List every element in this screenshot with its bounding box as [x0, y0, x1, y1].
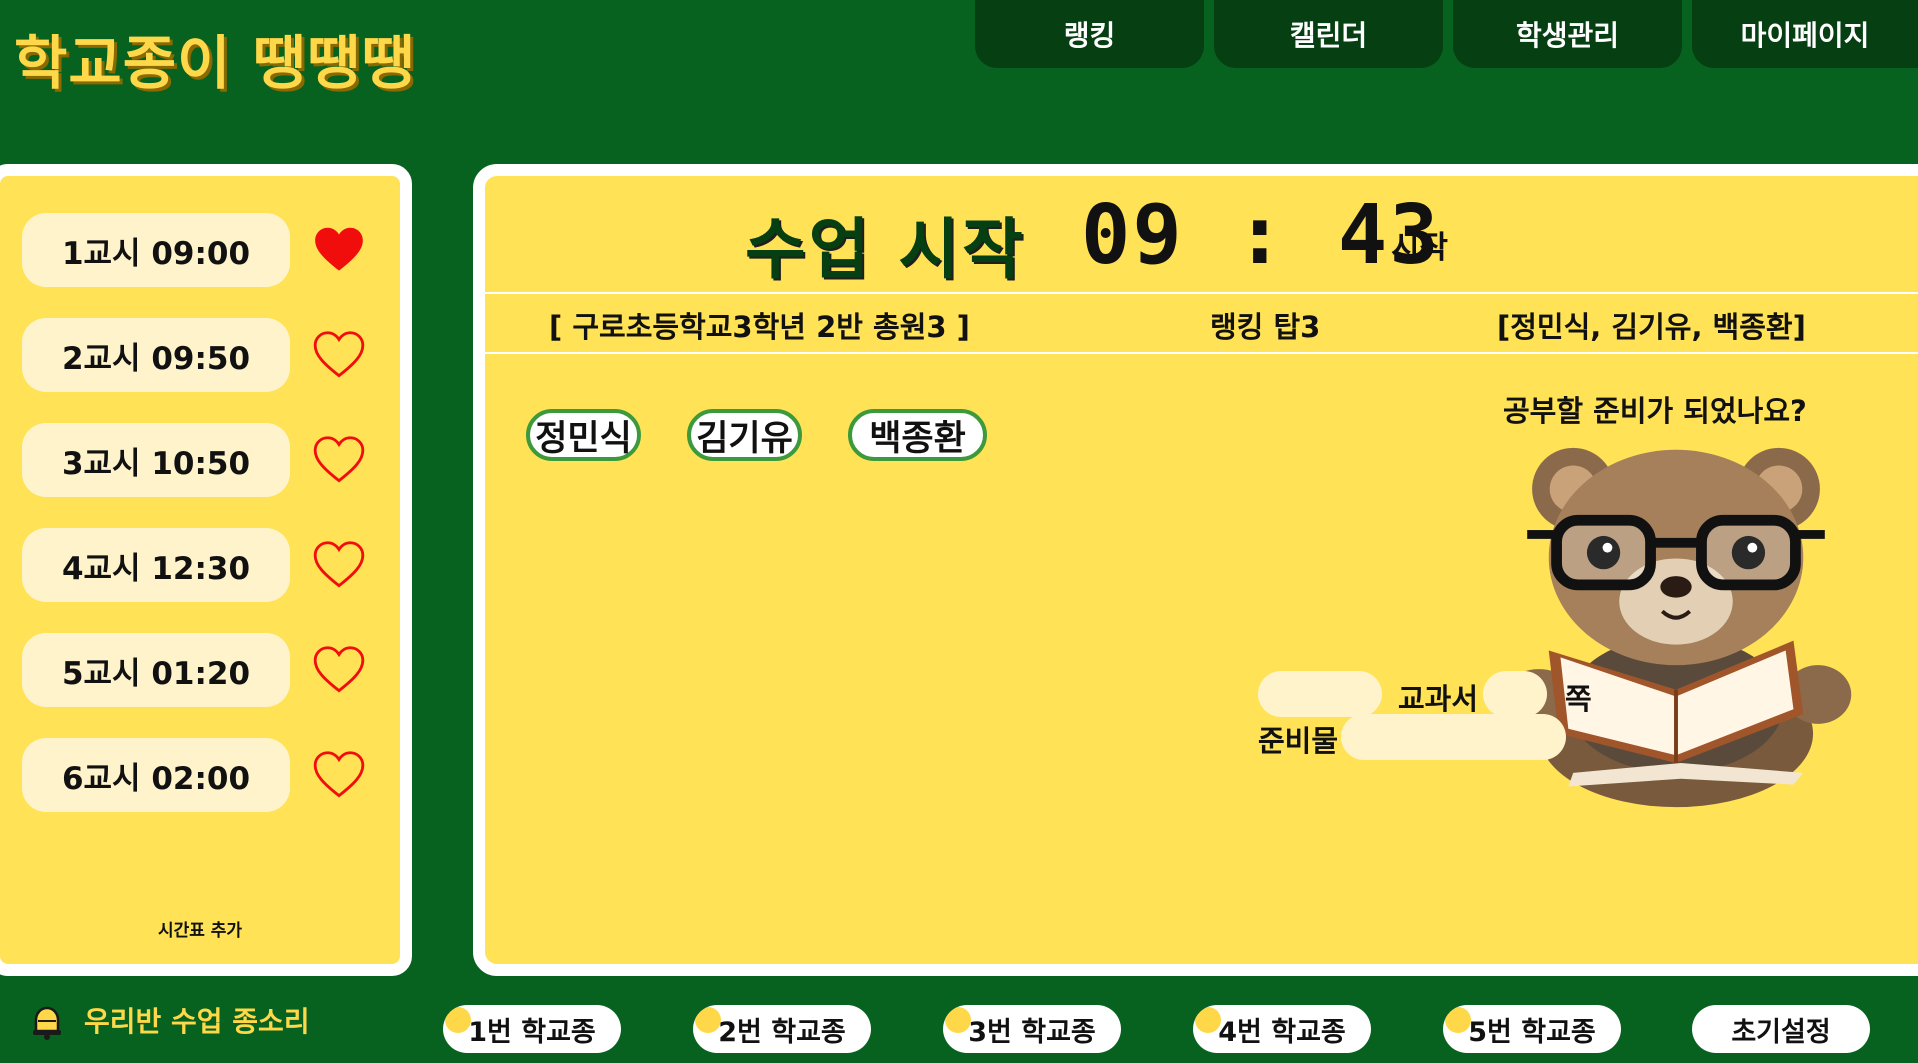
- school-bell-4-label: 4번 학교종: [1218, 1016, 1346, 1048]
- timetable-panel: 1교시 09:00 2교시 09:50 3교시 10:50 4교시 12:30 …: [0, 164, 412, 976]
- school-bell-1-label: 1번 학교종: [468, 1016, 596, 1048]
- class-header: 수업 시작 09 : 43 시작: [485, 176, 1918, 294]
- school-info: [ 구로초등학교3학년 2반 총원3 ]: [549, 310, 970, 344]
- school-bell-2-button[interactable]: 2번 학교종: [693, 1005, 871, 1053]
- period-row-1: 1교시 09:00: [22, 213, 382, 289]
- class-start-title: 수업 시작: [745, 211, 1026, 288]
- school-bell-3-button[interactable]: 3번 학교종: [943, 1005, 1121, 1053]
- period-row-2: 2교시 09:50: [22, 318, 382, 394]
- heart-outline-icon[interactable]: [313, 330, 365, 378]
- school-bell-4-button[interactable]: 4번 학교종: [1193, 1005, 1371, 1053]
- start-button[interactable]: 시작: [1391, 222, 1448, 267]
- period-row-6: 6교시 02:00: [22, 738, 382, 814]
- ready-question: 공부할 준비가 되었나요?: [1503, 394, 1807, 428]
- ranking-top3-names: [정민식, 김기유, 백종환]: [1497, 310, 1806, 344]
- textbook-label: 교과서: [1398, 682, 1479, 716]
- reset-settings-button[interactable]: 초기설정: [1692, 1005, 1870, 1053]
- school-bell-5-button[interactable]: 5번 학교종: [1443, 1005, 1621, 1053]
- class-panel: 수업 시작 09 : 43 시작 [ 구로초등학교3학년 2반 총원3 ] 랭킹…: [473, 164, 1918, 976]
- nav-mypage-button[interactable]: 마이페이지: [1692, 0, 1918, 68]
- nav-ranking-button[interactable]: 랭킹: [975, 0, 1204, 68]
- add-timetable-button[interactable]: 시간표 추가: [0, 916, 400, 941]
- heart-outline-icon[interactable]: [313, 645, 365, 693]
- supplies-input[interactable]: [1341, 714, 1566, 760]
- footer-title: 우리반 수업 종소리: [84, 1005, 310, 1038]
- nav-calendar-button[interactable]: 캘린더: [1214, 0, 1443, 68]
- page-label: 쪽: [1565, 682, 1592, 716]
- student-chip[interactable]: 정민식: [526, 409, 641, 461]
- reset-settings-label: 초기설정: [1731, 1016, 1831, 1048]
- period-row-4: 4교시 12:30: [22, 528, 382, 604]
- ranking-label: 랭킹 탑3: [1210, 310, 1321, 344]
- top-nav: 랭킹 캘린더 학생관리 마이페이지: [975, 0, 1918, 68]
- school-bell-2-label: 2번 학교종: [718, 1016, 846, 1048]
- heart-filled-icon[interactable]: [313, 225, 365, 273]
- clock-display: 09 : 43: [1081, 188, 1441, 283]
- bell-dot-icon: [445, 1007, 471, 1033]
- bell-icon: [33, 1006, 61, 1040]
- bell-dot-icon: [1195, 1007, 1221, 1033]
- bell-dot-icon: [945, 1007, 971, 1033]
- school-bell-1-button[interactable]: 1번 학교종: [443, 1005, 621, 1053]
- heart-outline-icon[interactable]: [313, 435, 365, 483]
- period-row-5: 5교시 01:20: [22, 633, 382, 709]
- page-input[interactable]: [1483, 671, 1547, 717]
- period-row-3: 3교시 10:50: [22, 423, 382, 499]
- bell-dot-icon: [1445, 1007, 1471, 1033]
- period-2-button[interactable]: 2교시 09:50: [22, 318, 290, 392]
- bell-dot-icon: [695, 1007, 721, 1033]
- period-1-button[interactable]: 1교시 09:00: [22, 213, 290, 287]
- class-info-row: [ 구로초등학교3학년 2반 총원3 ] 랭킹 탑3 [정민식, 김기유, 백종…: [485, 294, 1918, 354]
- supplies-label: 준비물: [1258, 724, 1339, 758]
- nav-student-management-button[interactable]: 학생관리: [1453, 0, 1682, 68]
- textbook-input[interactable]: [1258, 671, 1382, 717]
- period-3-button[interactable]: 3교시 10:50: [22, 423, 290, 497]
- period-4-button[interactable]: 4교시 12:30: [22, 528, 290, 602]
- student-chip[interactable]: 백종환: [848, 409, 987, 461]
- school-bell-5-label: 5번 학교종: [1468, 1016, 1596, 1048]
- heart-outline-icon[interactable]: [313, 750, 365, 798]
- period-6-button[interactable]: 6교시 02:00: [22, 738, 290, 812]
- heart-outline-icon[interactable]: [313, 540, 365, 588]
- school-bell-3-label: 3번 학교종: [968, 1016, 1096, 1048]
- student-chip[interactable]: 김기유: [687, 409, 802, 461]
- app-logo: 학교종이 땡땡땡: [14, 29, 416, 97]
- period-5-button[interactable]: 5교시 01:20: [22, 633, 290, 707]
